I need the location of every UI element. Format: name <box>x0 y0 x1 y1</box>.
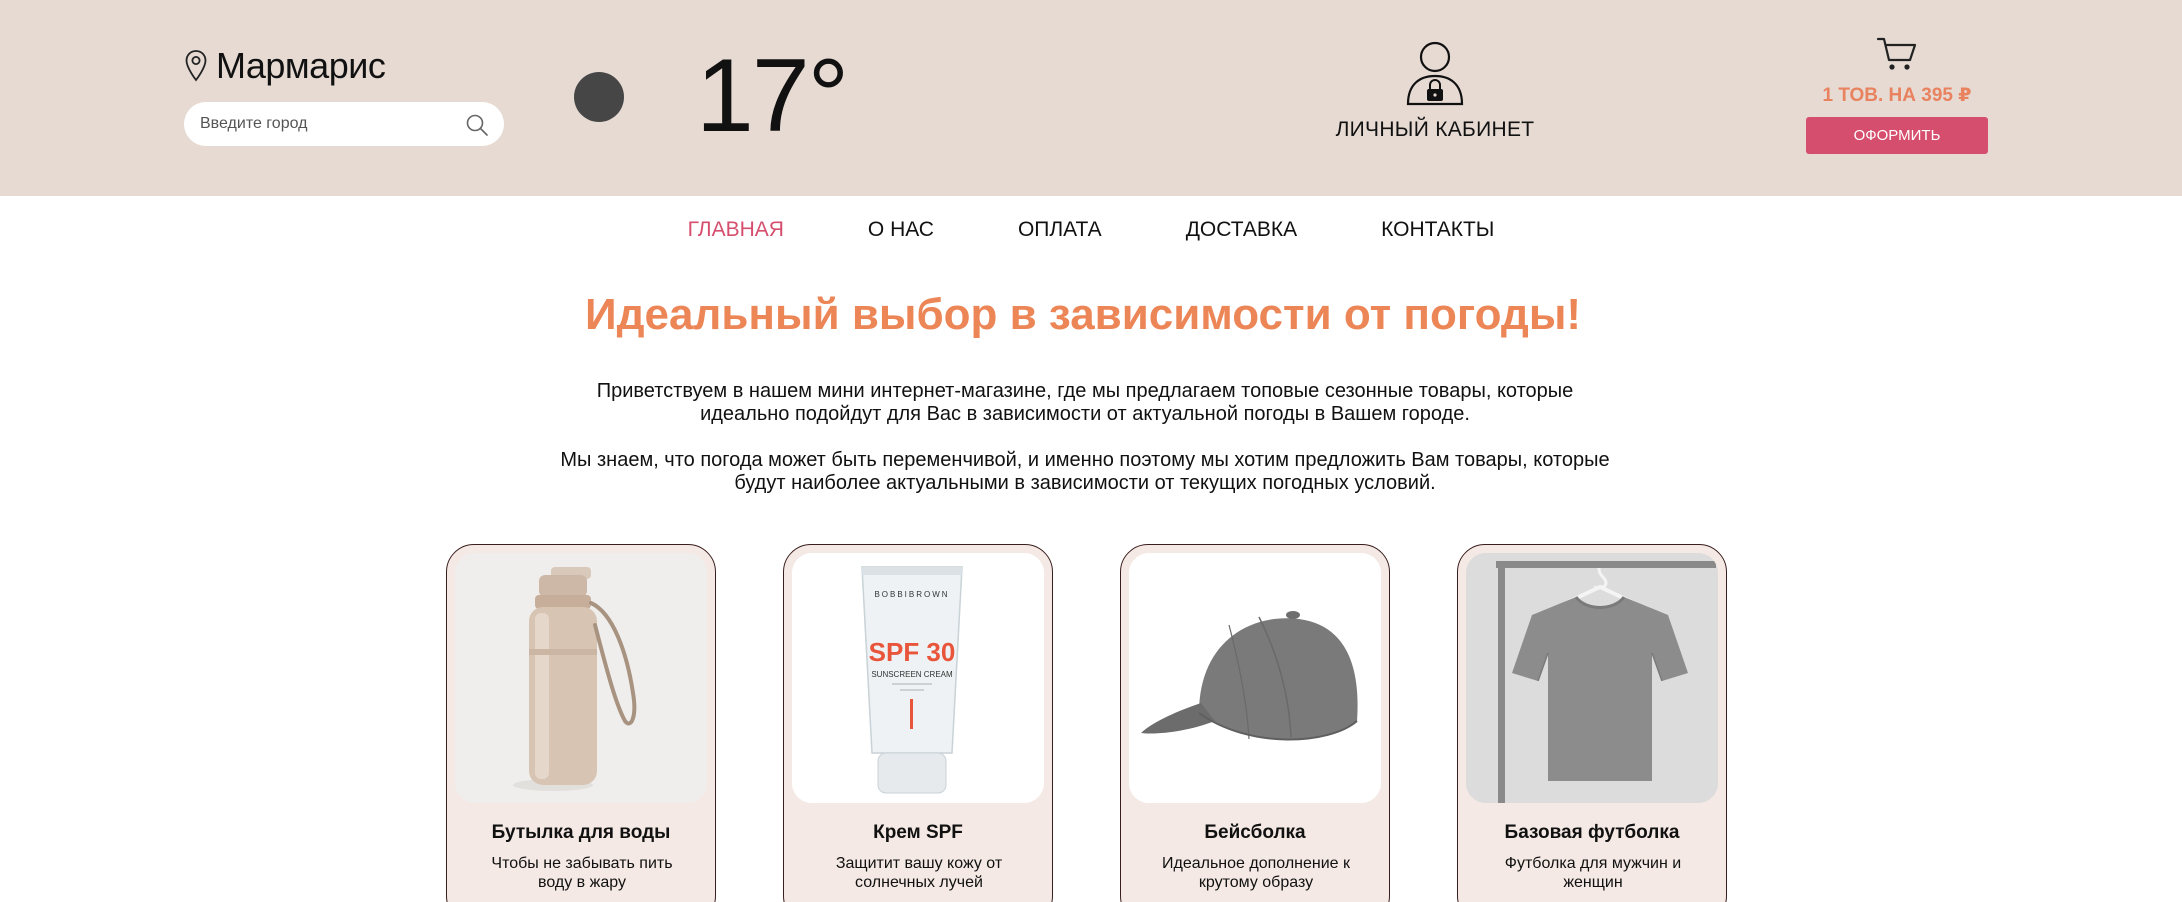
weather-icon <box>574 72 624 122</box>
tube-caption: SUNSCREEN CREAM <box>871 670 953 679</box>
intro-paragraph: Приветствуем в нашем мини интернет-магаз… <box>596 380 1574 425</box>
tube-brand: BOBBIBROWN <box>874 590 949 599</box>
product-title: Бейсболка <box>1204 822 1306 843</box>
product-image <box>455 553 707 803</box>
nav-item-contacts[interactable]: КОНТАКТЫ <box>1381 210 1494 250</box>
product-description: Футболка для мужчин и женщин <box>1504 855 1682 891</box>
search-icon[interactable] <box>464 112 490 138</box>
checkout-button[interactable]: ОФОРМИТЬ <box>1806 117 1988 154</box>
nav-item-delivery[interactable]: ДОСТАВКА <box>1186 210 1297 250</box>
cart-summary: 1 ТОВ. НА 395 ₽ <box>1822 85 1972 106</box>
main-nav: ГЛАВНАЯ О НАС ОПЛАТА ДОСТАВКА КОНТАКТЫ <box>0 210 2182 250</box>
baseball-cap-icon <box>1129 553 1381 803</box>
account-label: ЛИЧНЫЙ КАБИНЕТ <box>1335 118 1535 141</box>
city-name: Мармарис <box>216 45 386 86</box>
city-search-box <box>184 102 504 146</box>
water-bottle-icon <box>455 553 707 803</box>
product-description: Чтобы не забывать пить воду в жару <box>491 855 673 891</box>
product-description: Идеальное дополнение к крутому образу <box>1161 855 1350 891</box>
product-description: Защитит вашу кожу от солнечных лучей <box>835 855 1003 891</box>
sunscreen-tube-icon: BOBBIBROWN SPF 30 SUNSCREEN CREAM <box>792 553 1044 803</box>
account-link[interactable]: ЛИЧНЫЙ КАБИНЕТ <box>1330 40 1540 142</box>
product-card-sunscreen[interactable]: BOBBIBROWN SPF 30 SUNSCREEN CREAM Крем S… <box>783 544 1053 902</box>
page-title: Идеальный выбор в зависимости от погоды! <box>584 290 1582 339</box>
cart-icon[interactable] <box>1876 36 1918 72</box>
site-header: Мармарис 17° ЛИЧНЫЙ КАБИНЕТ 1 ТОВ. НА 39… <box>0 0 2182 196</box>
product-card-tshirt[interactable]: Базовая футболка Футболка для мужчин и ж… <box>1457 544 1727 902</box>
user-lock-icon <box>1406 41 1464 106</box>
city-block: Мармарис <box>184 45 504 146</box>
product-image: BOBBIBROWN SPF 30 SUNSCREEN CREAM <box>792 553 1044 803</box>
intro-paragraph: Мы знаем, что погода может быть переменч… <box>560 449 1610 494</box>
t-shirt-icon <box>1466 553 1718 803</box>
product-image <box>1129 553 1381 803</box>
product-title: Бутылка для воды <box>491 822 671 843</box>
nav-item-about[interactable]: О НАС <box>868 210 934 250</box>
product-card-bottle[interactable]: Бутылка для воды Чтобы не забывать пить … <box>446 544 716 902</box>
nav-item-payment[interactable]: ОПЛАТА <box>1018 210 1102 250</box>
tube-spf-text: SPF 30 <box>869 637 956 667</box>
city-search-input[interactable] <box>200 102 450 146</box>
location-pin-icon <box>185 50 207 82</box>
cart-block: 1 ТОВ. НА 395 ₽ ОФОРМИТЬ <box>1806 36 1988 154</box>
product-title: Базовая футболка <box>1504 822 1680 843</box>
temperature: 17° <box>696 38 849 154</box>
nav-item-home[interactable]: ГЛАВНАЯ <box>688 210 784 250</box>
product-card-cap[interactable]: Бейсболка Идеальное дополнение к крутому… <box>1120 544 1390 902</box>
product-title: Крем SPF <box>873 822 963 843</box>
product-image <box>1466 553 1718 803</box>
product-grid: Бутылка для воды Чтобы не забывать пить … <box>446 544 1727 902</box>
